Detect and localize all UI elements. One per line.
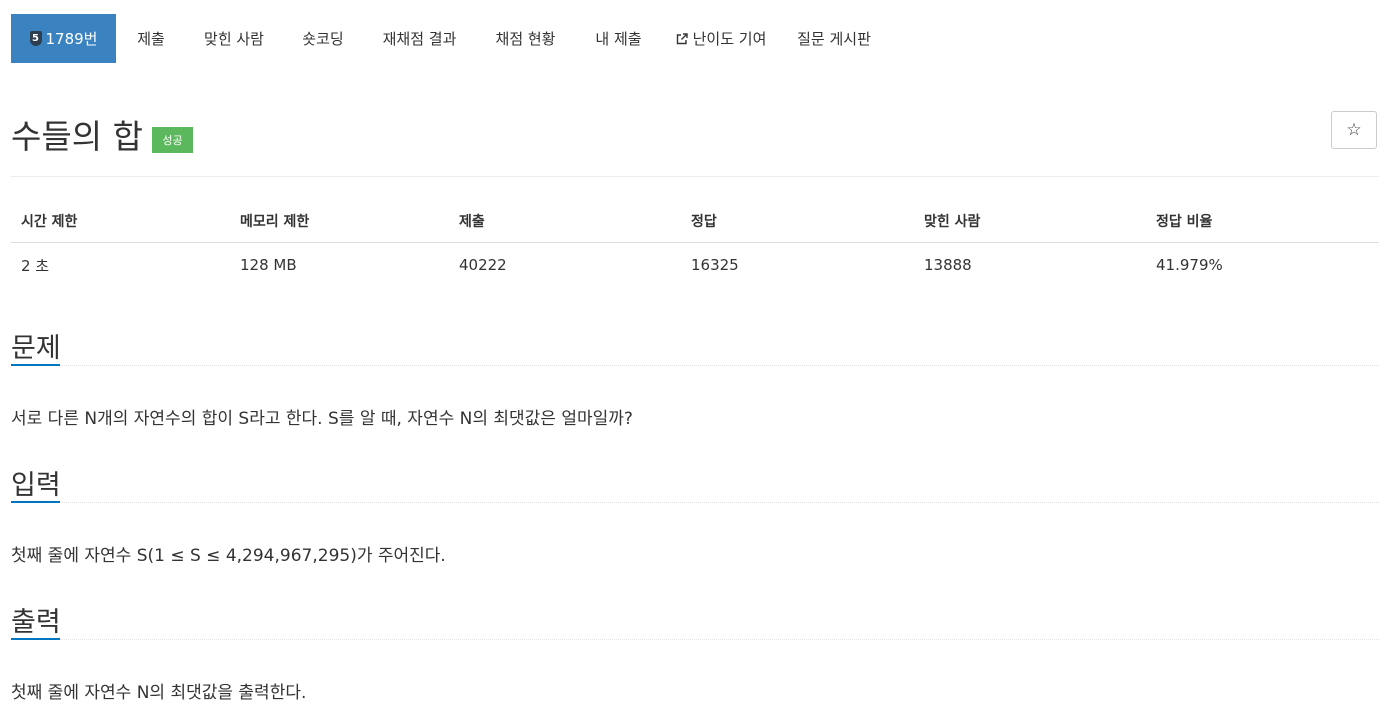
description-text: 서로 다른 N개의 자연수의 합이 S라고 한다. S를 알 때, 자연수 N의…	[11, 409, 633, 429]
section-accent-bar	[11, 638, 60, 640]
input-text: 첫째 줄에 자연수 S(1 ≤ S ≤ 4,294,967,295)가 주어진다…	[11, 546, 446, 566]
value-time-limit: 2 초	[21, 256, 50, 275]
tab-my-submissions-label: 내 제출	[595, 30, 642, 48]
problem-info-table: 시간 제한 메모리 제한 제출 정답 맞힌 사람 정답 비율 2 초 128 M…	[11, 200, 1379, 287]
output-text: 첫째 줄에 자연수 N의 최댓값을 출력한다.	[11, 683, 307, 703]
tab-my-submissions[interactable]: 내 제출	[576, 14, 661, 63]
value-accept-ratio: 41.979%	[1156, 256, 1223, 274]
section-accent-bar	[11, 364, 60, 366]
header-memory-limit: 메모리 제한	[230, 200, 449, 243]
tier-badge-icon: 5	[29, 31, 42, 46]
tab-problem[interactable]: 5 1789번	[11, 14, 116, 63]
info-header-row: 시간 제한 메모리 제한 제출 정답 맞힌 사람 정답 비율	[11, 200, 1379, 243]
section-accent-bar	[11, 501, 60, 503]
tab-submit-label: 제출	[137, 30, 165, 48]
value-submissions: 40222	[459, 256, 507, 274]
tab-qna-board[interactable]: 질문 게시판	[781, 14, 887, 63]
external-link-icon	[676, 32, 688, 44]
problem-number: 1789번	[45, 30, 98, 48]
header-solved-users: 맞힌 사람	[914, 200, 1146, 243]
favorite-star-button[interactable]: ☆	[1331, 111, 1377, 149]
value-accepted: 16325	[691, 256, 739, 274]
value-solved-users: 13888	[924, 256, 972, 274]
problem-title: 수들의 합	[11, 117, 143, 156]
description-title: 문제	[11, 333, 61, 364]
divider	[11, 176, 1379, 177]
tab-judge-status-label: 채점 현황	[495, 30, 556, 48]
header-accept-ratio: 정답 비율	[1146, 200, 1379, 243]
tab-short-coding[interactable]: 숏코딩	[282, 14, 364, 63]
tab-rejudge-results[interactable]: 재채점 결과	[364, 14, 475, 63]
tab-qna-board-label: 질문 게시판	[797, 30, 871, 48]
problem-menu: 5 1789번 제출 맞힌 사람 숏코딩 재채점 결과 채점 현황 내 제출 난…	[11, 14, 887, 63]
output-title: 출력	[11, 607, 61, 638]
header-accepted: 정답	[681, 200, 914, 243]
star-icon: ☆	[1346, 120, 1362, 140]
description-section-header: 문제	[11, 326, 1379, 366]
section-divider	[11, 502, 1379, 503]
status-badge: 성공	[152, 127, 193, 153]
input-section-header: 입력	[11, 463, 1379, 503]
info-value-row: 2 초 128 MB 40222 16325 13888 41.979%	[11, 243, 1379, 288]
value-memory-limit: 128 MB	[240, 256, 297, 274]
tab-solved-users[interactable]: 맞힌 사람	[186, 14, 282, 63]
header-time-limit: 시간 제한	[11, 200, 230, 243]
tab-solved-users-label: 맞힌 사람	[204, 30, 264, 48]
tab-difficulty-contribution-label: 난이도 기여	[692, 30, 767, 48]
input-title: 입력	[11, 470, 61, 501]
tab-short-coding-label: 숏코딩	[302, 30, 344, 48]
section-divider	[11, 365, 1379, 366]
tab-difficulty-contribution[interactable]: 난이도 기여	[661, 14, 781, 63]
header-submissions: 제출	[449, 200, 681, 243]
tab-submit[interactable]: 제출	[116, 14, 186, 63]
tab-judge-status[interactable]: 채점 현황	[475, 14, 576, 63]
output-section-header: 출력	[11, 600, 1379, 640]
section-divider	[11, 639, 1379, 640]
tab-rejudge-results-label: 재채점 결과	[382, 30, 457, 48]
